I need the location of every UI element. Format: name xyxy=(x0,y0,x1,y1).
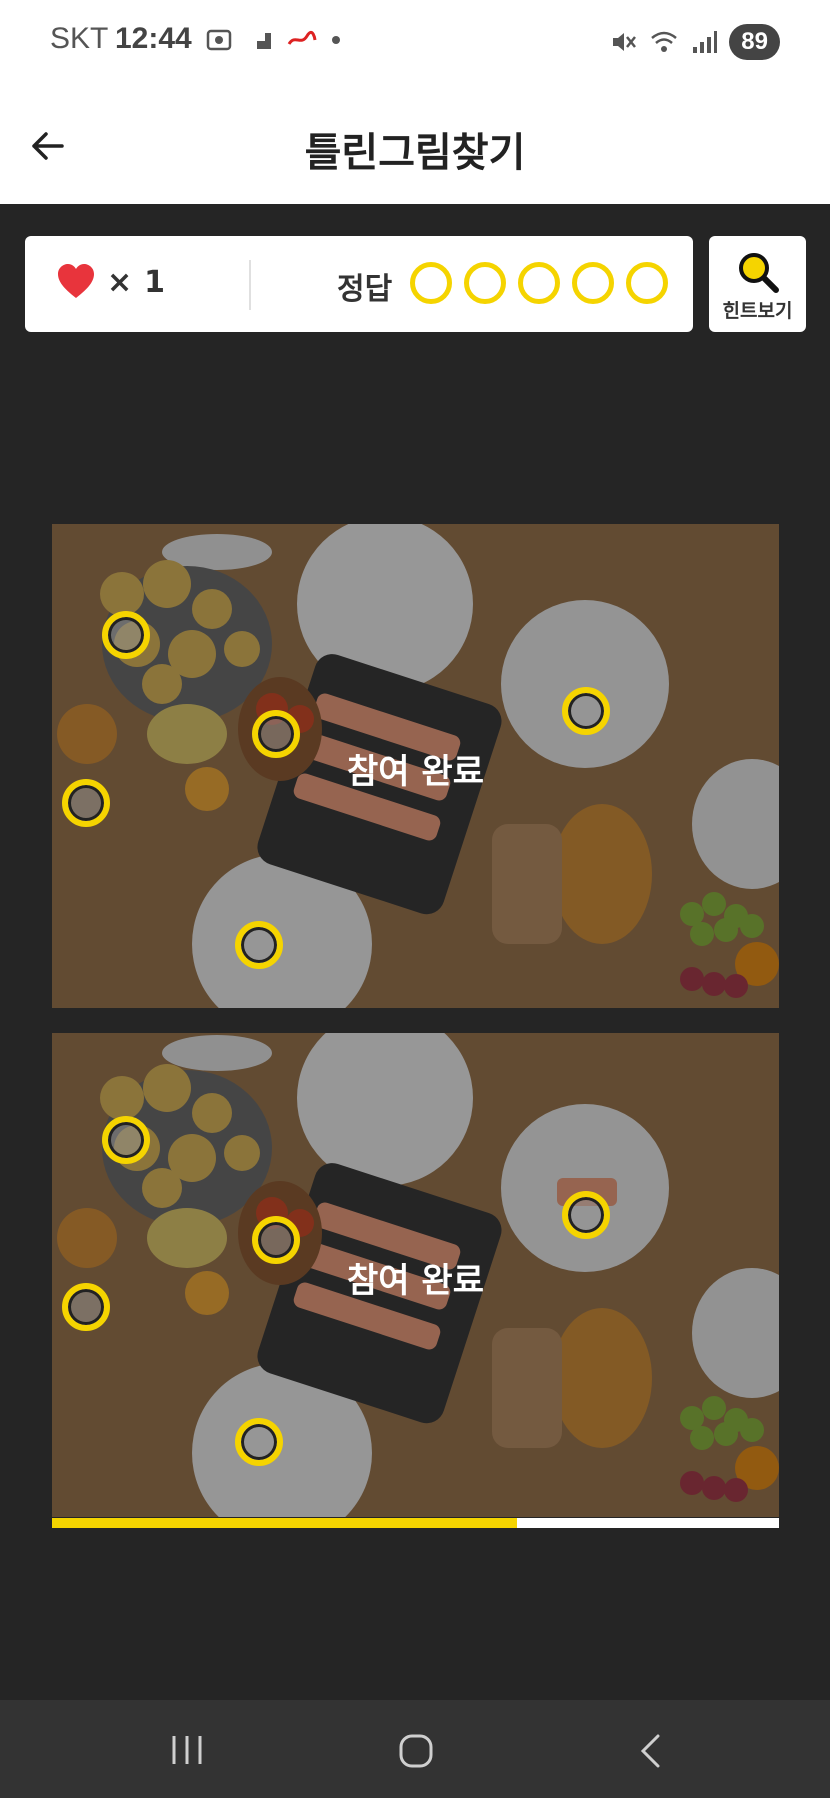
recent-apps-button[interactable] xyxy=(168,1734,206,1770)
system-back-button[interactable] xyxy=(638,1734,664,1772)
difference-marker xyxy=(235,1418,283,1466)
answer-slot xyxy=(572,262,614,304)
difference-marker xyxy=(562,1191,610,1239)
hint-button[interactable]: 힌트보기 xyxy=(709,236,806,332)
completion-label: 참여 완료 xyxy=(347,752,484,792)
lives-multiplier: × xyxy=(107,264,133,300)
signal-icon xyxy=(693,31,718,53)
progress-fill xyxy=(52,1518,518,1528)
hint-label: 힌트보기 xyxy=(722,300,793,322)
answer-slot xyxy=(626,262,668,304)
app-bar: 틀린그림찾기 xyxy=(0,84,830,204)
status-right: 89 xyxy=(609,24,780,60)
wifi-icon xyxy=(651,31,678,52)
app-logo-icon xyxy=(287,30,317,45)
divider xyxy=(249,260,251,310)
home-button[interactable] xyxy=(398,1734,434,1772)
status-bar: SKT 12:44 89 xyxy=(0,0,830,84)
system-back-icon xyxy=(640,1734,660,1768)
lives-counter: × 1 xyxy=(57,264,165,300)
answer-slot xyxy=(464,262,506,304)
score-card: × 1 정답 xyxy=(25,236,693,332)
puzzle-image-original[interactable]: 참여 완료 xyxy=(52,524,779,1008)
puzzle-image-modified[interactable]: 참여 완료 xyxy=(52,1033,779,1517)
time-progress-bar xyxy=(52,1518,779,1528)
difference-marker xyxy=(562,687,610,735)
notification-icons xyxy=(205,26,341,54)
heart-icon xyxy=(58,264,94,298)
clock: 12:44 xyxy=(115,22,192,55)
system-nav-bar xyxy=(0,1700,830,1798)
screenshot-icon xyxy=(206,29,232,51)
difference-marker xyxy=(235,921,283,969)
stairs-icon xyxy=(249,33,271,49)
lives-count: 1 xyxy=(144,264,166,300)
difference-marker xyxy=(102,611,150,659)
difference-marker xyxy=(102,1116,150,1164)
carrier-label: SKT xyxy=(50,22,109,55)
answer-slots xyxy=(410,262,668,304)
answer-slot xyxy=(518,262,560,304)
page-title: 틀린그림찾기 xyxy=(304,130,526,176)
recent-apps-icon xyxy=(172,1736,202,1764)
answer-label: 정답 xyxy=(337,272,393,307)
magnifier-icon xyxy=(739,253,779,293)
battery-badge: 89 xyxy=(729,24,780,60)
completion-label: 참여 완료 xyxy=(347,1261,484,1301)
mute-icon xyxy=(613,33,637,51)
dot-icon xyxy=(332,36,340,44)
home-icon xyxy=(399,1734,433,1768)
answer-slot xyxy=(410,262,452,304)
